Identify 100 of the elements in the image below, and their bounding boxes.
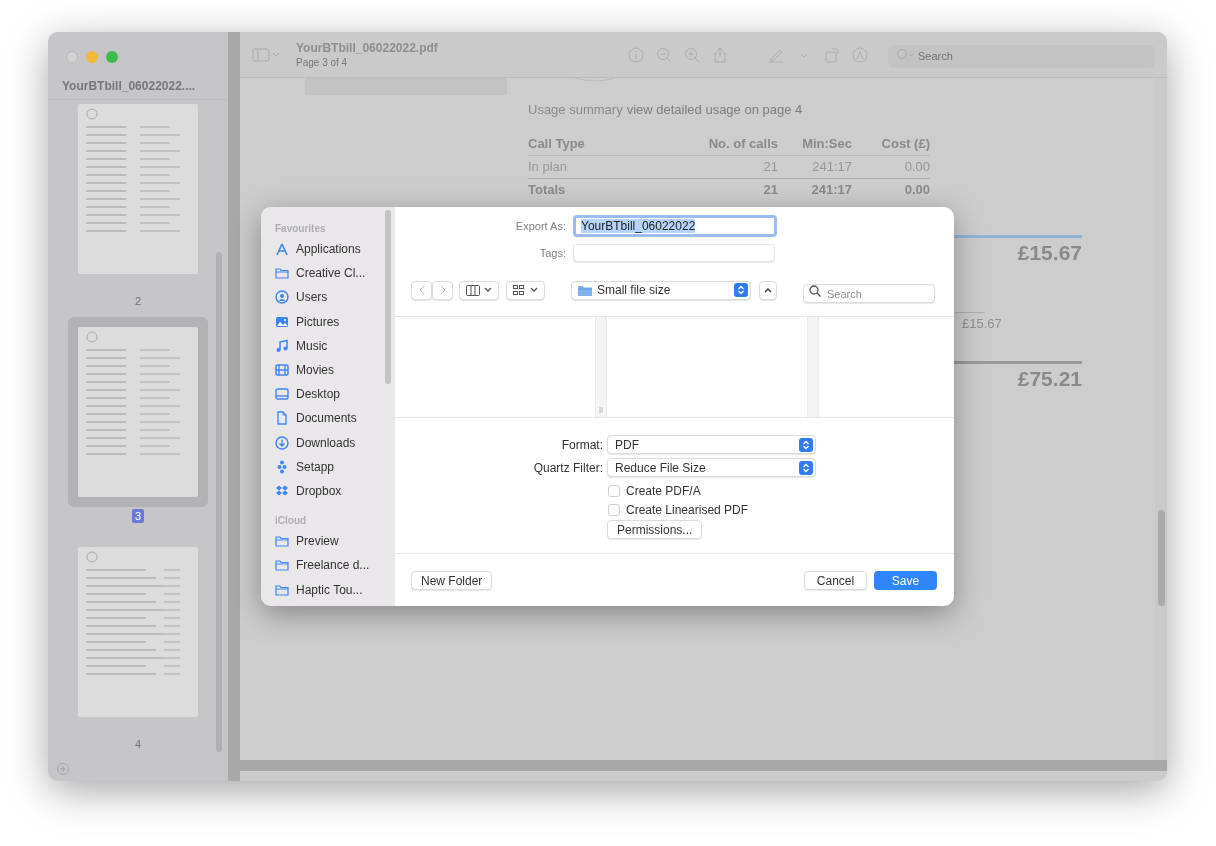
sidebar-item[interactable]: Applications — [275, 237, 385, 262]
sidebar-item[interactable]: Setapp — [275, 454, 385, 479]
page-thumbnail[interactable] — [78, 547, 198, 717]
add-icon — [57, 763, 69, 775]
download-icon — [275, 435, 289, 450]
page-thumbnail[interactable] — [78, 327, 198, 497]
chevron-down-icon — [484, 287, 492, 293]
sidebar-item[interactable]: Freelance d... — [275, 553, 385, 578]
field-label: Export As: — [514, 218, 566, 234]
sidebar-item[interactable]: Creative Cl... — [275, 261, 385, 286]
checkbox[interactable] — [608, 484, 620, 497]
section-heading: Favourites — [275, 222, 327, 236]
stepper-icon — [799, 460, 813, 475]
scrollbar[interactable] — [385, 210, 391, 384]
folder-icon — [275, 582, 289, 597]
folder-icon — [578, 284, 592, 296]
field-label: Format: — [560, 436, 603, 454]
sidebar-item[interactable]: Music — [275, 333, 385, 358]
stepper-icon — [799, 437, 813, 452]
section-heading: iCloud — [275, 514, 308, 529]
expand-button[interactable] — [759, 280, 777, 300]
table-cell-text: Totals — [528, 181, 567, 200]
table-cell-text: 21 — [762, 181, 778, 200]
applications-icon — [275, 242, 289, 257]
popup-button[interactable]: Reduce File Size — [607, 458, 816, 477]
field-label: Tags: — [538, 245, 566, 261]
chevron-down-icon — [530, 287, 538, 293]
columns-icon — [466, 284, 480, 296]
location-popup[interactable]: Small file size — [571, 280, 751, 300]
column-header: No. of calls — [707, 134, 778, 153]
column-header: Min:Sec — [801, 134, 852, 153]
photo-icon — [275, 314, 289, 329]
zoom-out-icon[interactable] — [656, 46, 672, 63]
grid-icon — [513, 284, 525, 296]
back-button[interactable] — [411, 280, 432, 300]
total-amount: £15.67 — [1017, 239, 1082, 266]
sidebar-item[interactable]: Dropbox — [275, 478, 385, 504]
zoom-button-icon — [106, 51, 118, 63]
sidebar-item[interactable]: Movies — [275, 357, 385, 383]
group-view-button[interactable] — [506, 280, 545, 300]
page-number: 3 — [131, 509, 145, 523]
stepper-icon — [734, 283, 748, 297]
folder-icon — [275, 266, 289, 281]
tags-field[interactable] — [573, 244, 775, 262]
scrollbar[interactable] — [1157, 510, 1165, 606]
folder-icon — [275, 534, 289, 549]
page-number: 2 — [134, 294, 142, 308]
sidebar-title: YourBTbill_06022022.... — [61, 78, 197, 95]
horizontal-scrollbar[interactable] — [240, 760, 1167, 771]
filename-field[interactable]: YourBTbill_06022022 — [573, 215, 777, 237]
column-header: Cost (£) — [880, 134, 930, 153]
sidebar-toggle-icon — [252, 47, 280, 62]
new-folder-button[interactable]: New Folder — [411, 571, 493, 590]
rotate-icon[interactable] — [824, 46, 840, 63]
sidebar-item[interactable]: Users — [275, 285, 385, 310]
table-cell-text: 241:17 — [810, 181, 852, 200]
field-label: Quartz Filter: — [532, 459, 603, 477]
page-indicator: Page 3 of 4 — [296, 55, 349, 69]
sidebar-item[interactable]: Downloads — [275, 430, 385, 455]
desktop-icon — [275, 387, 289, 402]
search-field[interactable]: Search — [803, 284, 935, 303]
checkbox-label: Create PDF/A — [626, 482, 701, 500]
sidebar-item[interactable]: Documents — [275, 406, 385, 431]
film-icon — [275, 363, 289, 378]
total-amount: £75.21 — [1017, 365, 1082, 392]
search-icon — [896, 48, 914, 62]
popup-button[interactable]: PDF — [607, 435, 816, 454]
checkbox-label: Create Linearised PDF — [626, 501, 749, 519]
minimize-button-icon — [86, 51, 98, 63]
permissions-button[interactable]: Permissions... — [607, 520, 703, 539]
user-icon — [275, 290, 289, 305]
search-field[interactable]: Search — [888, 44, 1155, 68]
table-cell-text: 0.00 — [903, 181, 930, 200]
zoom-in-icon[interactable] — [684, 46, 700, 63]
sidebar-item[interactable]: Preview — [275, 529, 385, 554]
column-header: Call Type — [528, 134, 586, 153]
cancel-button[interactable]: Cancel — [804, 571, 867, 590]
info-icon[interactable] — [628, 46, 644, 63]
sidebar-item[interactable]: Haptic Tou... — [275, 577, 385, 602]
markup-circle-icon[interactable] — [852, 46, 868, 63]
sidebar-item[interactable]: Desktop — [275, 382, 385, 407]
document-icon — [275, 411, 289, 426]
selected-text: YourBTbill_06022022 — [581, 219, 696, 233]
sidebar-item[interactable]: Pictures — [275, 309, 385, 334]
chevron-right-icon — [438, 285, 447, 295]
music-note-icon — [275, 338, 289, 353]
search-icon — [809, 284, 821, 297]
share-icon[interactable] — [712, 46, 728, 63]
checkbox[interactable] — [608, 503, 620, 516]
folder-icon — [275, 558, 289, 573]
chevron-left-icon — [417, 285, 426, 295]
usage-summary-heading: Usage summary — [528, 101, 623, 119]
save-button[interactable]: Save — [874, 571, 937, 590]
splitter-bar[interactable] — [228, 32, 240, 781]
forward-button[interactable] — [432, 280, 453, 300]
page-number: 4 — [134, 737, 142, 751]
column-view-button[interactable] — [459, 280, 499, 300]
page-thumbnail[interactable] — [78, 104, 198, 274]
amount-text: £15.67 — [961, 314, 1003, 333]
chevron-up-icon — [764, 287, 772, 293]
